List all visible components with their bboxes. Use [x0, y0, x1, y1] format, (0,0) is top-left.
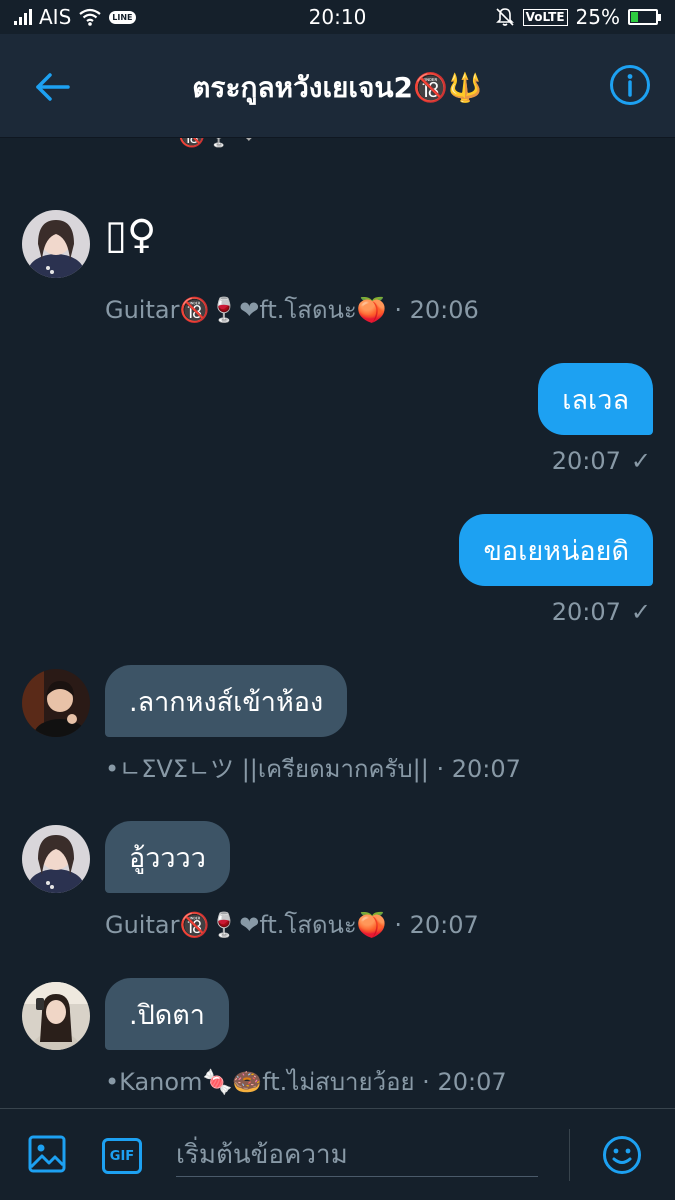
- message-meta: Guitar🔞🍷❤ft.โสดนะ🍑 · 20:07: [105, 911, 479, 939]
- image-icon[interactable]: [28, 1135, 66, 1173]
- message-meta: 20:07 ✓: [552, 447, 651, 475]
- dm-screen: AIS LINE 20:10 VoLTE 25% ตระกูลหวังเยเจน…: [0, 0, 675, 1200]
- status-bar: AIS LINE 20:10 VoLTE 25%: [0, 0, 675, 34]
- message-text: อู้วววว: [129, 842, 206, 874]
- message-input[interactable]: [176, 1133, 538, 1177]
- message-meta: 20:07 ✓: [552, 598, 651, 626]
- avatar[interactable]: [22, 982, 90, 1050]
- cut-off-meta: 🔞🍷 ❤: [178, 138, 258, 149]
- check-icon: ✓: [630, 598, 651, 626]
- divider: [569, 1129, 570, 1181]
- message-bubble-incoming[interactable]: .ลากหงส์เข้าห้อง: [105, 665, 348, 737]
- message-composer: GIF: [0, 1108, 675, 1200]
- message-time: 20:07: [551, 598, 621, 626]
- message-time: 20:07: [551, 447, 621, 475]
- message-meta: •ㄴΣVΣㄴツ ||เครียดมากครับ|| · 20:07: [105, 755, 521, 783]
- message-bubble-incoming[interactable]: อู้วววว: [105, 821, 230, 893]
- message-text: .ปิดตา: [129, 999, 205, 1031]
- avatar[interactable]: [22, 825, 90, 893]
- message-text: เลเวล: [562, 384, 629, 416]
- battery-percent: 25%: [575, 5, 620, 29]
- line-app-icon: LINE: [109, 10, 136, 24]
- message-bubble-outgoing[interactable]: ขอเยหน่อยดิ: [459, 514, 653, 586]
- emoji-icon[interactable]: [602, 1135, 642, 1175]
- signal-icon: [14, 9, 32, 25]
- avatar[interactable]: [22, 210, 90, 278]
- check-icon: ✓: [630, 447, 651, 475]
- conversation-header: ตระกูลหวังเยเจน2🔞🔱: [0, 34, 675, 138]
- volte-badge: VoLTE: [522, 8, 568, 26]
- message-list[interactable]: 🔞🍷 ❤ ▯♀ Guitar🔞🍷❤ft.โสดนะ🍑 · 20:06 เลเวล…: [0, 138, 675, 1108]
- message-text: ขอเยหน่อยดิ: [483, 535, 629, 567]
- avatar[interactable]: [22, 669, 90, 737]
- carrier-label: AIS: [39, 5, 72, 29]
- gif-icon[interactable]: GIF: [102, 1138, 142, 1174]
- status-right: VoLTE 25%: [495, 5, 661, 29]
- message-text: .ลากหงส์เข้าห้อง: [129, 686, 324, 718]
- message-meta: •Kanom🍬🍩ft.ไม่สบายว้อย · 20:07: [105, 1068, 507, 1096]
- battery-icon: [628, 9, 661, 25]
- back-arrow-icon[interactable]: [34, 68, 72, 106]
- message-meta: Guitar🔞🍷❤ft.โสดนะ🍑 · 20:06: [105, 296, 479, 324]
- bell-muted-icon: [495, 8, 514, 26]
- message-bubble-outgoing[interactable]: เลเวล: [538, 363, 653, 435]
- status-left: AIS LINE: [14, 5, 136, 29]
- wifi-icon: [79, 8, 101, 26]
- message-bubble-incoming[interactable]: .ปิดตา: [105, 978, 229, 1050]
- info-icon[interactable]: [609, 64, 651, 106]
- message-text[interactable]: ▯♀: [105, 212, 156, 258]
- conversation-title[interactable]: ตระกูลหวังเยเจน2🔞🔱: [90, 66, 585, 110]
